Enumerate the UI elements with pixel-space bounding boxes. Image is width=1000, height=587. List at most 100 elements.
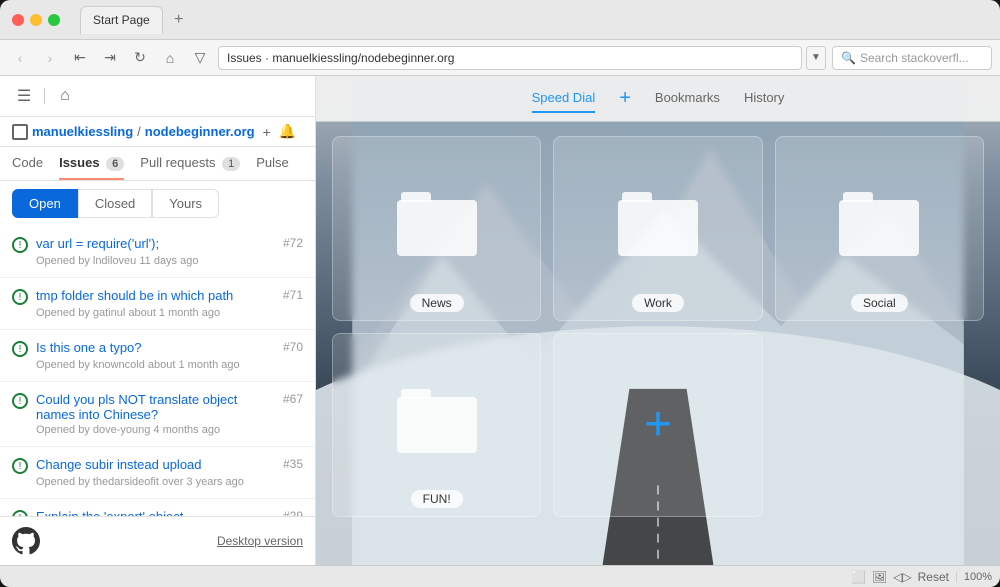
tab-label: Start Page — [93, 13, 150, 27]
folder-icon — [397, 192, 477, 256]
issue-number: #29 — [283, 509, 303, 516]
folder-icon — [397, 389, 477, 453]
bookmarks-tab[interactable]: Bookmarks — [655, 84, 720, 113]
skip-forward-button[interactable]: ⇥ — [98, 46, 122, 70]
issue-meta: Opened by knowncold about 1 month ago — [36, 359, 303, 371]
issue-tabs: Open Closed Yours — [0, 181, 315, 226]
sidebar-home-button[interactable]: ⌂ — [53, 84, 77, 108]
issue-open-icon: ! — [12, 393, 28, 409]
breadcrumb-repo[interactable]: nodebeginner.org — [145, 124, 255, 139]
reload-button[interactable]: ↻ — [128, 46, 152, 70]
browser-tab[interactable]: Start Page — [80, 6, 163, 34]
speed-dial-panel: Speed Dial + Bookmarks History News — [316, 76, 1000, 565]
image-icon[interactable]: 🖼 — [872, 570, 887, 584]
issue-title: Explain the 'export' object — [36, 509, 275, 516]
title-bar: Start Page + — [0, 0, 1000, 40]
sidebar-footer: Desktop version — [0, 516, 315, 565]
back-button[interactable]: ‹ — [8, 46, 32, 70]
issue-header: ! Change subir instead upload #35 — [12, 457, 303, 474]
skip-back-button[interactable]: ⇤ — [68, 46, 92, 70]
repo-icon — [12, 124, 28, 140]
issue-meta: Opened by thedarsideofit over 3 years ag… — [36, 476, 303, 488]
history-tab[interactable]: History — [744, 84, 784, 113]
issues-list: ! var url = require('url'); #72 Opened b… — [0, 226, 315, 516]
issue-header: ! Is this one a typo? #70 — [12, 340, 303, 357]
sidebar-menu-button[interactable]: ☰ — [12, 84, 36, 108]
folder-body — [397, 397, 477, 453]
zoom-level: 100% — [964, 571, 992, 583]
issue-header: ! var url = require('url'); #72 — [12, 236, 303, 253]
folder-body — [618, 200, 698, 256]
notification-bell[interactable]: 🔔 — [279, 123, 296, 140]
sidebar-toolbar: ☰ ⌂ — [0, 76, 315, 117]
reset-label[interactable]: Reset — [918, 570, 949, 584]
issue-item[interactable]: ! Change subir instead upload #35 Opened… — [0, 447, 315, 499]
issue-title-row: Change subir instead upload #35 — [36, 457, 303, 472]
folder-body — [397, 200, 477, 256]
window-icon[interactable]: ⬜ — [851, 570, 866, 584]
github-logo — [12, 527, 40, 555]
issue-tab-closed[interactable]: Closed — [78, 189, 152, 218]
speed-dial-tab[interactable]: Speed Dial — [532, 84, 596, 113]
speed-dial-fun-label: FUN! — [411, 490, 463, 508]
desktop-version-link[interactable]: Desktop version — [217, 534, 303, 548]
speed-dial-empty — [775, 333, 984, 518]
issue-title: Could you pls NOT translate object names… — [36, 392, 275, 422]
speed-dial-add-button[interactable]: + — [619, 87, 631, 110]
speed-dial-work[interactable]: Work — [553, 136, 762, 321]
repo-tab-code[interactable]: Code — [12, 147, 43, 180]
speed-dial-header: Speed Dial + Bookmarks History — [316, 76, 1000, 122]
sidebar-separator — [44, 88, 45, 104]
home-button[interactable]: ⌂ — [158, 46, 182, 70]
bookmark-button[interactable]: ▽ — [188, 46, 212, 70]
divider: | — [955, 571, 958, 583]
tab-bar: Start Page + — [80, 6, 988, 34]
close-button[interactable] — [12, 14, 24, 26]
address-bar[interactable]: Issues · manuelkiessling/nodebeginner.or… — [218, 46, 802, 70]
address-bar-wrapper: Issues · manuelkiessling/nodebeginner.or… — [218, 46, 826, 70]
forward-button[interactable]: › — [38, 46, 62, 70]
maximize-button[interactable] — [48, 14, 60, 26]
nav-bar: ‹ › ⇤ ⇥ ↻ ⌂ ▽ Issues · manuelkiessling/n… — [0, 40, 1000, 76]
issue-tab-open[interactable]: Open — [12, 189, 78, 218]
repo-tab-pulls[interactable]: Pull requests 1 — [140, 147, 240, 180]
speed-dial-social[interactable]: Social — [775, 136, 984, 321]
issue-number: #71 — [283, 288, 303, 302]
speed-dial-news[interactable]: News — [332, 136, 541, 321]
speed-dial-grid: News Work Social — [316, 120, 1000, 533]
speed-dial-add-new[interactable]: + — [553, 333, 762, 518]
issue-number: #70 — [283, 340, 303, 354]
add-new-icon: + — [644, 401, 672, 449]
new-tab-button[interactable]: + — [167, 8, 191, 32]
repo-tab-pulse[interactable]: Pulse — [256, 147, 289, 180]
browser-footer: ⬜ 🖼 ◁▷ Reset | 100% — [0, 565, 1000, 587]
issue-title: var url = require('url'); — [36, 236, 275, 251]
repo-tab-issues[interactable]: Issues 6 — [59, 147, 124, 180]
add-button[interactable]: + — [263, 124, 271, 140]
breadcrumb: manuelkiessling / nodebeginner.org + 🔔 — [0, 117, 315, 147]
repo-tabs: Code Issues 6 Pull requests 1 Pulse — [0, 147, 315, 181]
search-placeholder: Search stackoverfl... — [860, 51, 969, 65]
speed-dial-news-label: News — [410, 294, 464, 312]
issue-item[interactable]: ! Could you pls NOT translate object nam… — [0, 382, 315, 447]
issue-title-row: Could you pls NOT translate object names… — [36, 392, 303, 422]
issue-item[interactable]: ! tmp folder should be in which path #71… — [0, 278, 315, 330]
issue-number: #67 — [283, 392, 303, 406]
issue-item[interactable]: ! Explain the 'export' object #29 Opened… — [0, 499, 315, 516]
issue-tab-yours[interactable]: Yours — [152, 189, 219, 218]
issue-title: tmp folder should be in which path — [36, 288, 275, 303]
issue-item[interactable]: ! Is this one a typo? #70 Opened by know… — [0, 330, 315, 382]
breadcrumb-owner[interactable]: manuelkiessling — [32, 124, 133, 139]
code-icon[interactable]: ◁▷ — [893, 570, 911, 584]
issue-title: Change subir instead upload — [36, 457, 275, 472]
issue-header: ! Explain the 'export' object #29 — [12, 509, 303, 516]
speed-dial-work-label: Work — [632, 294, 684, 312]
main-content: ☰ ⌂ manuelkiessling / nodebeginner.org +… — [0, 76, 1000, 565]
issue-item[interactable]: ! var url = require('url'); #72 Opened b… — [0, 226, 315, 278]
folder-icon — [839, 192, 919, 256]
search-bar[interactable]: 🔍 Search stackoverfl... — [832, 46, 992, 70]
address-dropdown[interactable]: ▼ — [806, 46, 826, 70]
issue-number: #72 — [283, 236, 303, 250]
minimize-button[interactable] — [30, 14, 42, 26]
speed-dial-fun[interactable]: FUN! — [332, 333, 541, 518]
